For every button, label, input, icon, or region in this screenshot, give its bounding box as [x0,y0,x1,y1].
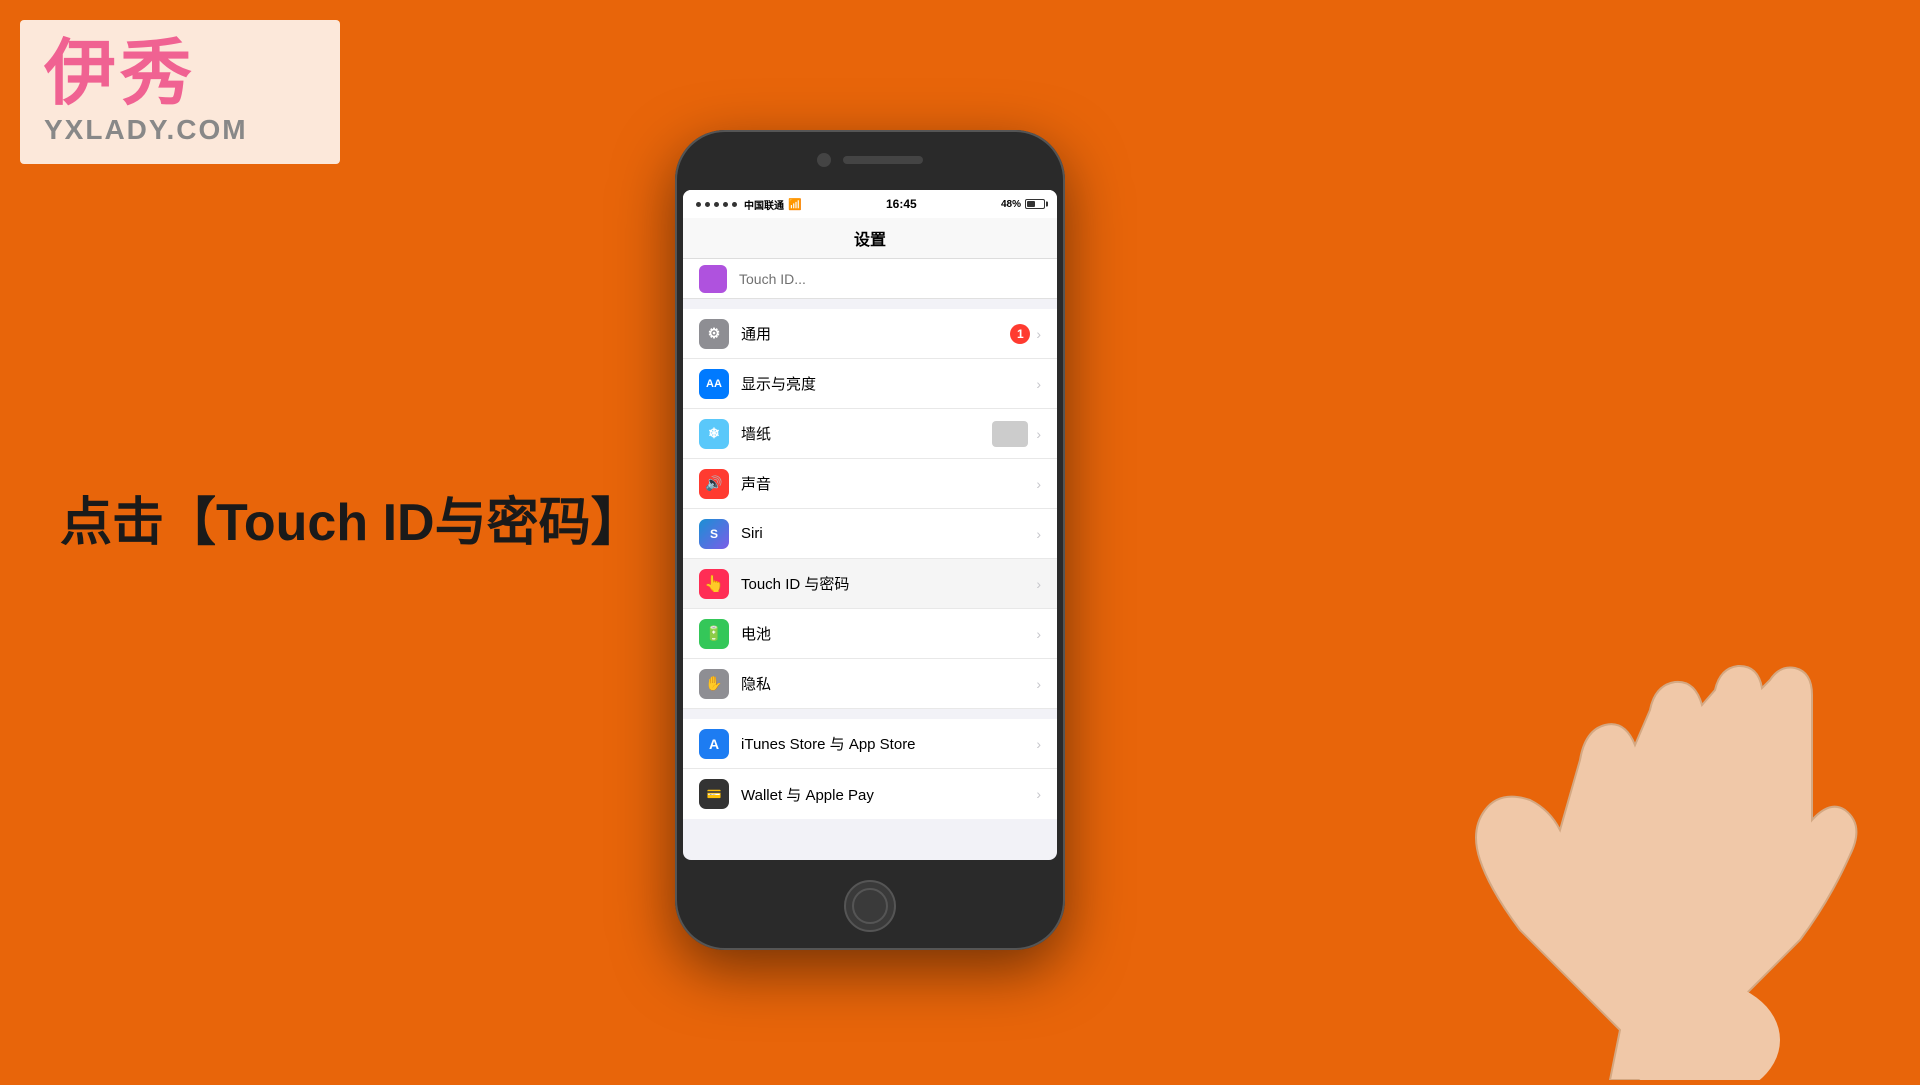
watermark-chinese: 伊秀 [44,38,316,110]
phone-top-bar [780,148,960,172]
touchid-label: Touch ID 与密码 [741,573,1036,594]
battery-icon-item: 🔋 [699,619,729,649]
battery-fill [1027,201,1035,207]
itunes-label: iTunes Store 与 App Store [741,733,1036,754]
siri-label: Siri [741,525,1036,542]
status-left: 中国联通 📶 [695,197,802,212]
privacy-icon: ✋ [699,669,729,699]
battery-arrow: › [1036,626,1041,642]
nav-title: 设置 [854,232,886,249]
home-button[interactable] [844,880,896,932]
display-label: 显示与亮度 [741,373,1036,394]
partial-item-icon [699,265,727,293]
settings-item-privacy[interactable]: ✋ 隐私 › [683,659,1057,709]
status-time: 16:45 [886,197,917,211]
nav-bar: 设置 [683,218,1057,259]
status-right: 48% [1001,199,1045,210]
wallpaper-thumb [992,421,1028,447]
display-icon: AA [699,369,729,399]
itunes-icon: A [699,729,729,759]
general-icon: ⚙ [699,319,729,349]
wallpaper-arrow: › [1036,426,1041,442]
battery-icon [1025,199,1045,209]
carrier-label: 中国联通 [744,197,784,212]
signal-dot-4 [723,202,728,207]
privacy-arrow: › [1036,676,1041,692]
battery-percent: 48% [1001,199,1021,210]
wallet-label: Wallet 与 Apple Pay [741,784,1036,805]
settings-item-siri[interactable]: S Siri › [683,509,1057,559]
partial-item-label: Touch ID... [739,271,806,287]
privacy-label: 隐私 [741,673,1036,694]
general-arrow: › [1036,326,1041,342]
section-divider-2 [683,709,1057,719]
signal-dot-2 [705,202,710,207]
siri-arrow: › [1036,526,1041,542]
sounds-label: 声音 [741,473,1036,494]
partial-scrolled-item[interactable]: Touch ID... [683,259,1057,299]
signal-dot-5 [732,202,737,207]
settings-item-wallet[interactable]: 💳 Wallet 与 Apple Pay › [683,769,1057,819]
settings-item-touchid[interactable]: 👆 Touch ID 与密码 › [683,559,1057,609]
instruction-text: 点击【Touch ID与密码】 [60,480,643,555]
watermark: 伊秀 YXLADY.COM [20,20,340,164]
settings-item-sounds[interactable]: 🔊 声音 › [683,459,1057,509]
phone-device: 中国联通 📶 16:45 48% 设置 [675,130,1065,950]
home-button-ring [852,888,888,924]
settings-item-itunes[interactable]: A iTunes Store 与 App Store › [683,719,1057,769]
phone-screen: 中国联通 📶 16:45 48% 设置 [683,190,1057,860]
display-arrow: › [1036,376,1041,392]
wallet-icon: 💳 [699,779,729,809]
settings-item-display[interactable]: AA 显示与亮度 › [683,359,1057,409]
general-badge: 1 [1010,324,1030,344]
wallpaper-label: 墙纸 [741,423,992,444]
siri-icon: S [699,519,729,549]
settings-item-general[interactable]: ⚙ 通用 1 › [683,309,1057,359]
watermark-latin: YXLADY.COM [44,114,316,146]
sounds-arrow: › [1036,476,1041,492]
touchid-arrow: › [1036,576,1041,592]
section-divider-1 [683,299,1057,309]
phone-camera [817,153,831,167]
settings-item-battery[interactable]: 🔋 电池 › [683,609,1057,659]
wifi-icon: 📶 [788,198,802,211]
phone-container: 中国联通 📶 16:45 48% 设置 [660,0,1080,1080]
phone-speaker [843,156,923,164]
settings-list: Touch ID... ⚙ 通用 1 › AA 显示 [683,259,1057,819]
wallet-arrow: › [1036,786,1041,802]
status-bar: 中国联通 📶 16:45 48% [683,190,1057,218]
signal-dot-1 [696,202,701,207]
general-label: 通用 [741,323,1010,344]
touchid-icon: 👆 [699,569,729,599]
battery-label: 电池 [741,623,1036,644]
signal-dot-3 [714,202,719,207]
itunes-arrow: › [1036,736,1041,752]
wallpaper-icon: ❄ [699,419,729,449]
sounds-icon: 🔊 [699,469,729,499]
settings-item-wallpaper[interactable]: ❄ 墙纸 › [683,409,1057,459]
